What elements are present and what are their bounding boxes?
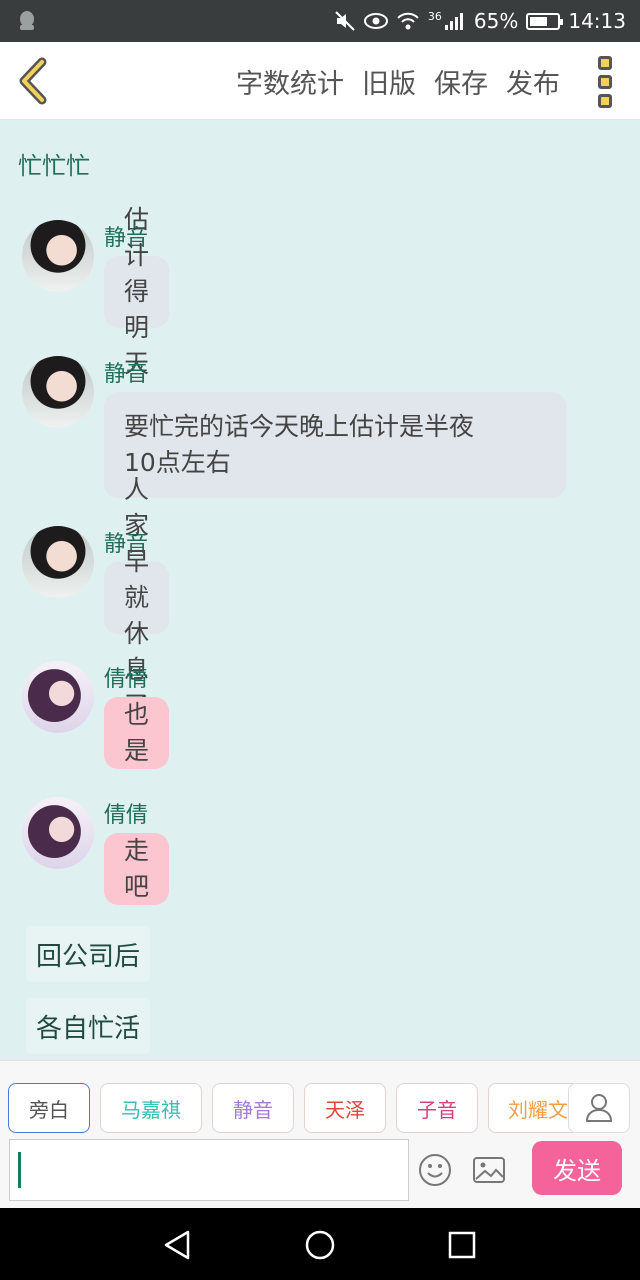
wifi-icon bbox=[397, 12, 419, 30]
image-icon[interactable] bbox=[472, 1153, 506, 1187]
character-chip[interactable]: 天泽 bbox=[304, 1083, 386, 1133]
qq-notification-icon bbox=[20, 11, 34, 30]
avatar[interactable] bbox=[22, 356, 94, 428]
nav-home-icon[interactable] bbox=[303, 1228, 337, 1262]
avatar[interactable] bbox=[22, 661, 94, 733]
story-content: 忙忙忙 静音 估计得明天 静音 要忙完的话今天晚上估计是半夜 10点左右 静音 … bbox=[0, 120, 640, 1060]
character-chip[interactable]: 子音 bbox=[396, 1083, 478, 1133]
old-version-button[interactable]: 旧版 bbox=[362, 62, 416, 101]
battery-fill bbox=[530, 16, 548, 26]
system-nav-bar bbox=[0, 1208, 640, 1280]
composer: 旁白 马嘉祺 静音 天泽 子音 刘耀文 发送 bbox=[0, 1060, 640, 1208]
manage-characters-button[interactable] bbox=[568, 1083, 630, 1133]
signal-icon bbox=[444, 13, 463, 30]
message-bubble[interactable]: 估计得明天 bbox=[104, 205, 170, 378]
message-bubble[interactable]: 也是 bbox=[104, 697, 170, 769]
character-chip[interactable]: 刘耀文 bbox=[488, 1083, 573, 1133]
message-bubble[interactable]: 走吧 bbox=[104, 833, 170, 905]
character-selector: 旁白 马嘉祺 静音 天泽 子音 刘耀文 bbox=[8, 1083, 573, 1135]
text-caret bbox=[18, 1152, 21, 1188]
word-count-button[interactable]: 字数统计 bbox=[236, 62, 344, 101]
save-button[interactable]: 保存 bbox=[434, 62, 488, 101]
avatar[interactable] bbox=[22, 797, 94, 869]
avatar[interactable] bbox=[22, 220, 94, 292]
sender-name: 静音 bbox=[104, 362, 149, 387]
sender-name: 倩倩 bbox=[104, 667, 149, 692]
battery-icon bbox=[526, 12, 564, 30]
narration-line[interactable]: 回公司后 bbox=[26, 926, 151, 982]
avatar[interactable] bbox=[22, 526, 94, 598]
nav-recents-icon[interactable] bbox=[445, 1228, 479, 1262]
more-options-icon[interactable] bbox=[598, 56, 618, 108]
clock: 14:13 bbox=[568, 9, 626, 33]
sender-name: 倩倩 bbox=[104, 803, 149, 828]
message-line: 要忙完的话今天晚上估计是半夜 bbox=[124, 412, 475, 441]
editor-toolbar: 字数统计 旧版 保存 发布 bbox=[0, 42, 640, 120]
nav-back-icon[interactable] bbox=[160, 1228, 194, 1262]
emoji-icon[interactable] bbox=[418, 1153, 452, 1187]
narration-line[interactable]: 各自忙活 bbox=[26, 998, 151, 1054]
status-bar: 36 65% 14:13 bbox=[0, 0, 640, 42]
back-arrow-icon[interactable] bbox=[14, 56, 54, 106]
character-chip[interactable]: 静音 bbox=[212, 1083, 294, 1133]
message-bubble[interactable]: 人家早就休息了 bbox=[104, 475, 170, 720]
publish-button[interactable]: 发布 bbox=[506, 62, 560, 101]
network-type-label: 36 bbox=[427, 10, 442, 23]
battery-percent: 65% bbox=[473, 9, 519, 33]
send-button[interactable]: 发送 bbox=[532, 1141, 622, 1195]
story-title: 忙忙忙 bbox=[18, 152, 90, 180]
person-icon bbox=[585, 1094, 613, 1122]
eye-icon bbox=[363, 13, 388, 29]
message-bubble[interactable]: 要忙完的话今天晚上估计是半夜 10点左右 bbox=[104, 392, 566, 498]
character-chip-narration[interactable]: 旁白 bbox=[8, 1083, 90, 1133]
message-input[interactable] bbox=[9, 1139, 409, 1201]
character-chip[interactable]: 马嘉祺 bbox=[100, 1083, 202, 1133]
mute-icon bbox=[335, 11, 355, 31]
